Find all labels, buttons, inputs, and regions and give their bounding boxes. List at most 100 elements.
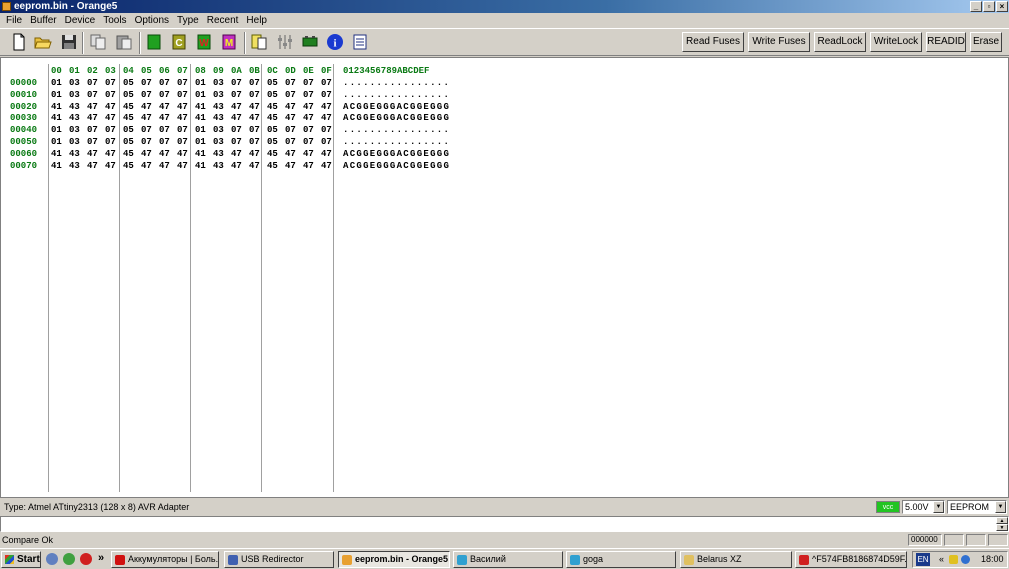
hex-byte[interactable]: 47 <box>285 160 296 172</box>
ascii-text[interactable]: ................ <box>343 124 450 136</box>
hex-byte[interactable]: 47 <box>177 160 188 172</box>
hex-byte[interactable]: 43 <box>213 101 224 113</box>
hex-byte[interactable]: 07 <box>159 77 170 89</box>
hex-byte[interactable]: 47 <box>87 101 98 113</box>
sliders-icon[interactable] <box>276 33 294 51</box>
restore-button[interactable]: ▫ <box>983 1 995 12</box>
read-fuses-button[interactable]: Read Fuses <box>682 32 744 52</box>
hex-byte[interactable]: 47 <box>285 148 296 160</box>
clipboard-icon[interactable] <box>250 33 268 51</box>
hex-byte[interactable]: 01 <box>51 77 62 89</box>
hex-byte[interactable]: 03 <box>213 136 224 148</box>
hex-byte[interactable]: 05 <box>123 77 134 89</box>
hex-byte[interactable]: 07 <box>141 124 152 136</box>
write-fuses-button[interactable]: Write Fuses <box>748 32 810 52</box>
hex-byte[interactable]: 41 <box>195 160 206 172</box>
hex-byte[interactable]: 07 <box>105 89 116 101</box>
hex-byte[interactable]: 07 <box>159 124 170 136</box>
chevron-down-icon[interactable]: ▼ <box>933 501 944 513</box>
hex-byte[interactable]: 05 <box>267 77 278 89</box>
hex-byte[interactable]: 05 <box>267 89 278 101</box>
hex-byte[interactable]: 41 <box>51 148 62 160</box>
hex-byte[interactable]: 07 <box>321 136 332 148</box>
hex-byte[interactable]: 47 <box>105 101 116 113</box>
hex-byte[interactable]: 47 <box>177 101 188 113</box>
hex-byte[interactable]: 07 <box>285 89 296 101</box>
hex-byte[interactable]: 45 <box>267 148 278 160</box>
hex-byte[interactable]: 47 <box>321 160 332 172</box>
hex-byte[interactable]: 03 <box>69 89 80 101</box>
hex-byte[interactable]: 05 <box>123 89 134 101</box>
ascii-text[interactable]: ................ <box>343 89 450 101</box>
readid-button[interactable]: READID <box>926 32 966 52</box>
chip-c-icon[interactable]: C <box>170 33 188 51</box>
new-file-icon[interactable] <box>10 33 28 51</box>
hex-byte[interactable]: 47 <box>321 112 332 124</box>
hex-byte[interactable]: 47 <box>141 112 152 124</box>
hex-byte[interactable]: 47 <box>249 160 260 172</box>
hex-byte[interactable]: 45 <box>267 160 278 172</box>
close-button[interactable]: × <box>996 1 1008 12</box>
menu-type[interactable]: Type <box>173 13 203 28</box>
menu-device[interactable]: Device <box>61 13 100 28</box>
writelock-button[interactable]: WriteLock <box>870 32 922 52</box>
hex-byte[interactable]: 07 <box>249 124 260 136</box>
hex-byte[interactable]: 03 <box>213 124 224 136</box>
hex-byte[interactable]: 03 <box>69 136 80 148</box>
menu-tools[interactable]: Tools <box>99 13 130 28</box>
hex-byte[interactable]: 41 <box>195 148 206 160</box>
hex-byte[interactable]: 07 <box>87 124 98 136</box>
ascii-text[interactable]: ACGGEGGGACGGEGGG <box>343 112 450 124</box>
show-desktop-icon[interactable] <box>46 553 58 565</box>
scroll-down-icon[interactable]: ▼ <box>996 524 1008 531</box>
hex-byte[interactable]: 01 <box>195 89 206 101</box>
hex-byte[interactable]: 07 <box>141 89 152 101</box>
report-icon[interactable] <box>351 33 369 51</box>
log-scrollbar[interactable]: ▲ ▼ <box>996 517 1008 531</box>
hex-byte[interactable]: 47 <box>159 112 170 124</box>
hex-byte[interactable]: 47 <box>231 148 242 160</box>
hex-byte[interactable]: 07 <box>231 136 242 148</box>
ascii-text[interactable]: ACGGEGGGACGGEGGG <box>343 101 450 113</box>
hex-row[interactable]: 00010 01 03 07 07 05 07 07 07 01 03 07 07 05 07 07 07...… <box>1 89 461 101</box>
hex-row[interactable]: 00050 01 03 07 07 05 07 07 07 01 03 07 07 05 07 07 07...… <box>1 136 461 148</box>
hex-byte[interactable]: 01 <box>195 136 206 148</box>
menu-help[interactable]: Help <box>242 13 271 28</box>
hex-byte[interactable]: 07 <box>321 124 332 136</box>
log-output[interactable]: ▲ ▼ <box>0 516 1009 532</box>
hex-byte[interactable]: 05 <box>267 136 278 148</box>
hex-byte[interactable]: 47 <box>285 101 296 113</box>
hex-byte[interactable]: 01 <box>51 136 62 148</box>
hex-byte[interactable]: 07 <box>177 124 188 136</box>
taskbar-task[interactable]: goga <box>566 551 676 568</box>
hex-byte[interactable]: 43 <box>69 160 80 172</box>
memory-select[interactable]: EEPROM ▼ <box>947 500 1007 514</box>
hex-byte[interactable]: 47 <box>159 101 170 113</box>
hex-byte[interactable]: 47 <box>231 101 242 113</box>
hex-byte[interactable]: 07 <box>249 136 260 148</box>
minimize-button[interactable]: _ <box>970 1 982 12</box>
hex-byte[interactable]: 07 <box>303 89 314 101</box>
taskbar-task[interactable]: USB Redirector <box>224 551 334 568</box>
ascii-text[interactable]: ................ <box>343 77 450 89</box>
hex-byte[interactable]: 07 <box>249 89 260 101</box>
adapter-icon[interactable] <box>301 33 319 51</box>
hex-byte[interactable]: 03 <box>69 124 80 136</box>
hex-byte[interactable]: 07 <box>87 136 98 148</box>
hex-byte[interactable]: 47 <box>177 112 188 124</box>
chevron-down-icon[interactable]: ▼ <box>995 501 1006 513</box>
hex-byte[interactable]: 41 <box>195 112 206 124</box>
hex-byte[interactable]: 43 <box>213 148 224 160</box>
hex-byte[interactable]: 07 <box>285 77 296 89</box>
hex-byte[interactable]: 07 <box>141 136 152 148</box>
hex-row[interactable]: 00000 01 03 07 07 05 07 07 07 01 03 07 07 05 07 07 07...… <box>1 77 461 89</box>
hex-byte[interactable]: 43 <box>213 112 224 124</box>
menu-buffer[interactable]: Buffer <box>26 13 61 28</box>
taskbar-task[interactable]: Belarus XZ <box>680 551 792 568</box>
hex-byte[interactable]: 03 <box>213 89 224 101</box>
paste-icon[interactable] <box>115 33 133 51</box>
hex-byte[interactable]: 47 <box>285 112 296 124</box>
hex-byte[interactable]: 43 <box>69 101 80 113</box>
hex-byte[interactable]: 07 <box>285 136 296 148</box>
hex-byte[interactable]: 47 <box>87 112 98 124</box>
